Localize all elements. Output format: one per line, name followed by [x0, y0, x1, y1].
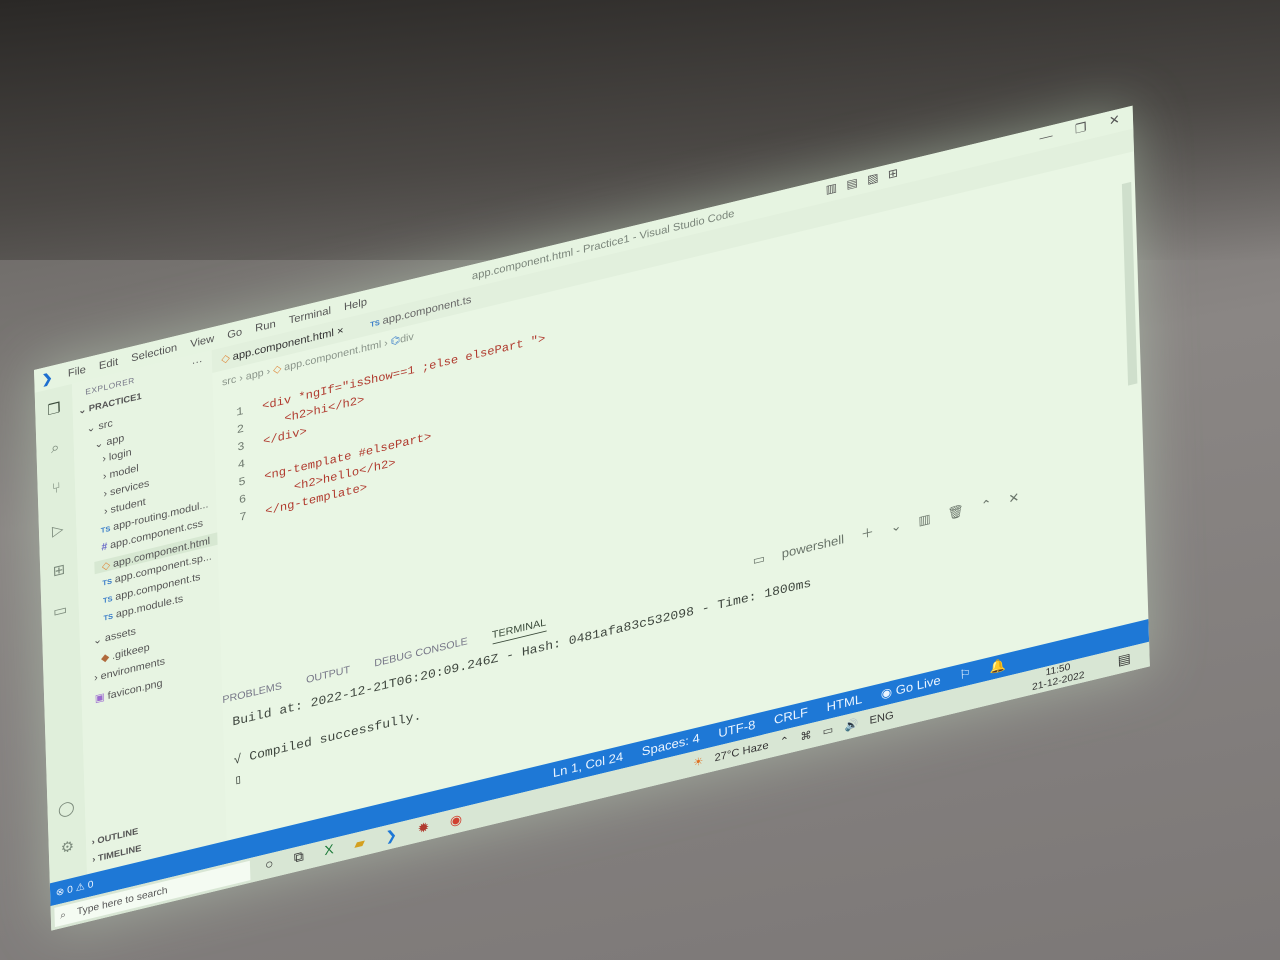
toggle-panel-icon[interactable]: ▤	[846, 175, 858, 192]
vscode-window: ❯ File Edit Selection View Go Run Termin…	[34, 105, 1150, 931]
projection-screen: ❯ File Edit Selection View Go Run Termin…	[0, 0, 1280, 960]
menu-view[interactable]: View	[190, 332, 214, 350]
breadcrumb-src[interactable]: src	[222, 374, 237, 388]
breadcrumb-app[interactable]: app	[246, 368, 264, 383]
tray-chevron-icon[interactable]: ⌃	[780, 734, 790, 749]
split-terminal-icon[interactable]: ▥	[918, 510, 931, 528]
feedback-icon[interactable]: ⚐	[959, 665, 971, 683]
close-tab-icon[interactable]: ×	[337, 324, 344, 338]
typescript-file-icon: TS	[102, 577, 113, 588]
typescript-file-icon: TS	[100, 524, 111, 535]
menu-file[interactable]: File	[68, 363, 86, 380]
new-terminal-icon[interactable]: ＋	[861, 523, 875, 544]
breadcrumb-div[interactable]: div	[400, 332, 414, 346]
menu-help[interactable]: Help	[344, 295, 367, 313]
explorer-sidebar: EXPLORER ··· ⌄ PRACTICE1 ⌄ src ⌄ app › l…	[71, 350, 227, 875]
settings-gear-icon[interactable]: ⚙	[58, 836, 77, 858]
task-view-icon[interactable]: ⧉	[294, 849, 304, 867]
kill-terminal-icon[interactable]: 🗑	[947, 502, 964, 521]
line-number: 1	[236, 404, 244, 420]
typescript-file-icon: TS	[102, 594, 113, 605]
tree-folder-app[interactable]: ⌄ app	[94, 431, 124, 451]
tree-folder-login[interactable]: › login	[102, 447, 132, 465]
line-number: 5	[238, 474, 246, 490]
maximize-panel-icon[interactable]: ⌃	[980, 496, 991, 514]
menu-run[interactable]: Run	[255, 317, 276, 334]
terminal-toolbar: ▭ powershell ＋ ⌄ ▥ 🗑 ⌃ ✕	[752, 488, 1019, 570]
source-control-icon[interactable]: ⑂	[47, 479, 66, 501]
remote-explorer-icon[interactable]: ▭	[51, 600, 70, 622]
html-file-icon: ◇	[221, 351, 231, 366]
problems-indicator[interactable]: ⊗ 0 ⚠ 0	[56, 878, 94, 899]
line-number: 4	[237, 456, 246, 472]
toggle-secondary-sidebar-icon[interactable]: ▧	[867, 170, 879, 187]
tree-folder-model[interactable]: › model	[103, 463, 139, 482]
notifications-bell-icon[interactable]: 🔔	[989, 657, 1006, 676]
tree-folder-student[interactable]: › student	[104, 497, 146, 518]
minimize-icon[interactable]: —	[1039, 128, 1052, 146]
css-file-icon: #	[101, 541, 108, 554]
weather-icon: ☀	[693, 754, 704, 770]
vscode-taskbar-icon[interactable]: ❯	[385, 826, 397, 845]
explorer-header: EXPLORER	[85, 375, 135, 397]
menu-edit[interactable]: Edit	[99, 355, 119, 372]
volume-icon[interactable]: 🔊	[844, 717, 858, 733]
close-panel-icon[interactable]: ✕	[1008, 489, 1019, 507]
menu-go[interactable]: Go	[227, 325, 242, 341]
terminal-shell-icon: ▭	[752, 550, 766, 568]
close-icon[interactable]: ✕	[1109, 111, 1120, 129]
cortana-icon[interactable]: ○	[265, 856, 274, 874]
chevron-down-icon[interactable]: ⌄	[890, 517, 901, 535]
toggle-sidebar-icon[interactable]: ▥	[825, 180, 837, 197]
maximize-icon[interactable]: ❐	[1075, 119, 1087, 137]
terminal-cursor: ▯	[234, 772, 243, 789]
line-number: 2	[236, 421, 245, 437]
file-explorer-icon[interactable]: ▰	[354, 834, 365, 852]
line-number: 3	[237, 439, 245, 455]
typescript-file-icon: TS	[370, 318, 380, 329]
outline-section[interactable]: › OUTLINE	[92, 827, 139, 848]
tab-terminal[interactable]: TERMINAL	[491, 617, 547, 645]
broadcast-icon: ◉	[880, 684, 893, 702]
notification-center-icon[interactable]: ▤	[1117, 650, 1131, 669]
vscode-logo-icon: ❯	[41, 369, 53, 387]
excel-icon[interactable]: X	[324, 842, 334, 860]
tree-folder-src[interactable]: ⌄ src	[86, 416, 113, 435]
more-actions-icon[interactable]: ···	[192, 356, 203, 369]
git-file-icon: ◆	[100, 651, 110, 665]
customize-layout-icon[interactable]: ⊞	[888, 166, 899, 182]
explorer-icon[interactable]: ❐	[44, 398, 63, 420]
network-icon[interactable]: ⌘	[800, 728, 812, 743]
search-icon: ⌕	[60, 909, 67, 922]
search-icon[interactable]: ⌕	[46, 439, 65, 461]
accounts-icon[interactable]: ◯	[57, 798, 76, 820]
battery-icon[interactable]: ▭	[822, 723, 833, 738]
line-number: 6	[238, 491, 247, 507]
app-icon[interactable]: ✹	[417, 819, 429, 837]
terminal-shell-name[interactable]: powershell	[782, 532, 845, 561]
image-file-icon: ▣	[94, 691, 106, 705]
tree-folder-assets[interactable]: ⌄ assets	[93, 624, 136, 647]
html-file-icon: ◇	[101, 559, 111, 573]
language-indicator[interactable]: ENG	[869, 709, 894, 727]
chrome-icon[interactable]: ◉	[450, 811, 463, 830]
typescript-file-icon: TS	[103, 612, 114, 623]
run-debug-icon[interactable]: ▷	[48, 519, 67, 541]
extensions-icon[interactable]: ⊞	[49, 560, 68, 582]
html-file-icon: ◇	[273, 363, 282, 376]
tab-output[interactable]: OUTPUT	[306, 665, 350, 690]
status-items: Ln 1, Col 24 Spaces: 4 UTF-8 CRLF HTML ◉…	[553, 657, 1006, 781]
line-number: 7	[239, 509, 247, 525]
